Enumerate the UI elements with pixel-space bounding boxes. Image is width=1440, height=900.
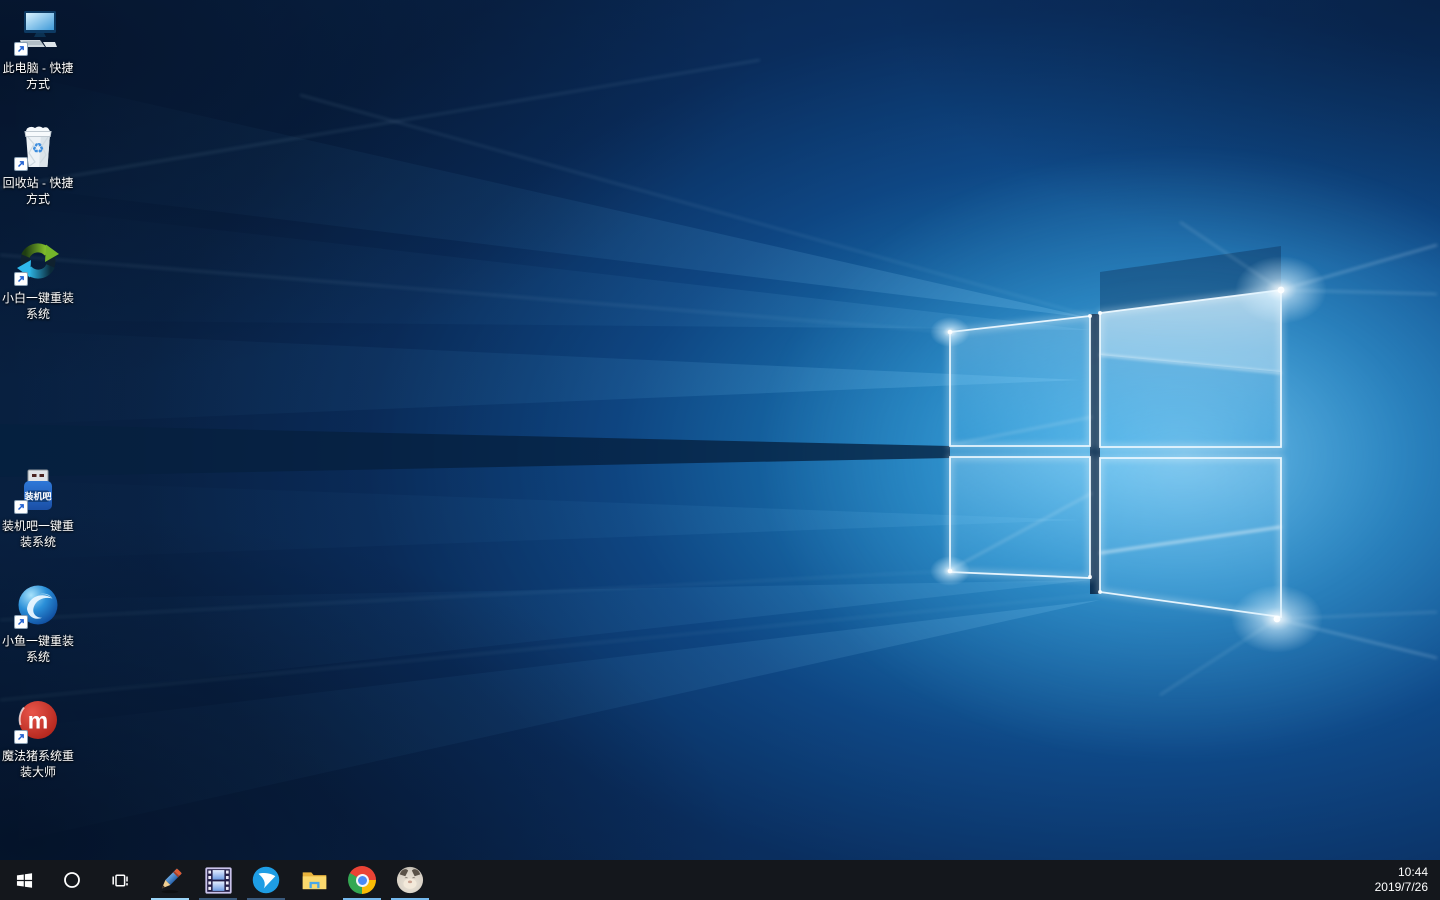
shortcut-arrow-icon: [14, 730, 28, 744]
clock-date: 2019/7/26: [1374, 880, 1428, 894]
shortcut-arrow-icon: [14, 615, 28, 629]
desktop-icon-this-pc[interactable]: 此电脑 - 快捷方式: [1, 8, 75, 92]
blue-wing-icon: [252, 866, 280, 894]
folder-icon: [302, 871, 326, 889]
taskbar-app-chat-avatar[interactable]: [386, 860, 434, 900]
desktop-icon-xiaobai[interactable]: 小白一键重装系统: [1, 238, 75, 322]
shortcut-arrow-icon: [14, 42, 28, 56]
svg-text:m: m: [28, 708, 48, 734]
taskbar-app-pencil[interactable]: [146, 860, 194, 900]
taskbar-tray: 10:44 2019/7/26: [1369, 860, 1440, 900]
desktop-icon-label: 回收站 - 快捷方式: [2, 176, 74, 206]
windows-desktop: 此电脑 - 快捷方式 ♻ 回收站 - 快捷方式 小白一键重装系统 装机吧 装机吧…: [0, 0, 1440, 900]
task-view-icon: [112, 874, 128, 887]
desktop-icon-label: 此电脑 - 快捷方式: [2, 61, 74, 91]
start-button[interactable]: [0, 860, 48, 900]
desktop-icon-mofazhu[interactable]: m 魔法猪系统重装大师: [1, 696, 75, 780]
taskbar-app-movie[interactable]: [194, 860, 242, 900]
shortcut-arrow-icon: [14, 157, 28, 171]
film-strip-icon: [204, 866, 232, 894]
desktop-icon-label: 装机吧一键重装系统: [1, 519, 74, 549]
task-view-button[interactable]: [96, 860, 144, 900]
windows-hero-wallpaper-art: [0, 59, 1440, 845]
search-button[interactable]: [48, 860, 96, 900]
desktop-icon-label: 魔法猪系统重装大师: [1, 749, 74, 779]
clock-time: 10:44: [1397, 865, 1428, 879]
shortcut-arrow-icon: [14, 500, 28, 514]
cat-avatar-icon: [396, 866, 424, 894]
windows-logo-icon: [16, 872, 32, 888]
desktop-wallpaper[interactable]: 此电脑 - 快捷方式 ♻ 回收站 - 快捷方式 小白一键重装系统 装机吧 装机吧…: [0, 0, 1440, 860]
shortcut-arrow-icon: [14, 272, 28, 286]
taskbar-app-wing[interactable]: [242, 860, 290, 900]
pencil-icon: [161, 868, 182, 894]
desktop-icon-label: 小白一键重装系统: [1, 291, 74, 321]
desktop-icon-label: 小鱼一键重装系统: [1, 634, 74, 664]
taskbar-app-file-explorer[interactable]: [290, 860, 338, 900]
taskbar: 10:44 2019/7/26: [0, 860, 1440, 900]
chrome-icon: [348, 866, 376, 894]
taskbar-clock[interactable]: 10:44 2019/7/26: [1369, 865, 1440, 895]
desktop-icon-zhuangjiba[interactable]: 装机吧 装机吧一键重装系统: [1, 466, 75, 550]
taskbar-app-chrome[interactable]: [338, 860, 386, 900]
desktop-icon-xiaoyu[interactable]: 小鱼一键重装系统: [1, 581, 75, 665]
usb-drive-label: 装机吧: [23, 491, 51, 502]
taskbar-pinned-apps: [146, 860, 434, 900]
cortana-circle-icon: [64, 872, 80, 888]
desktop-icon-recycle-bin[interactable]: ♻ 回收站 - 快捷方式: [1, 123, 75, 207]
svg-text:♻: ♻: [32, 140, 45, 156]
